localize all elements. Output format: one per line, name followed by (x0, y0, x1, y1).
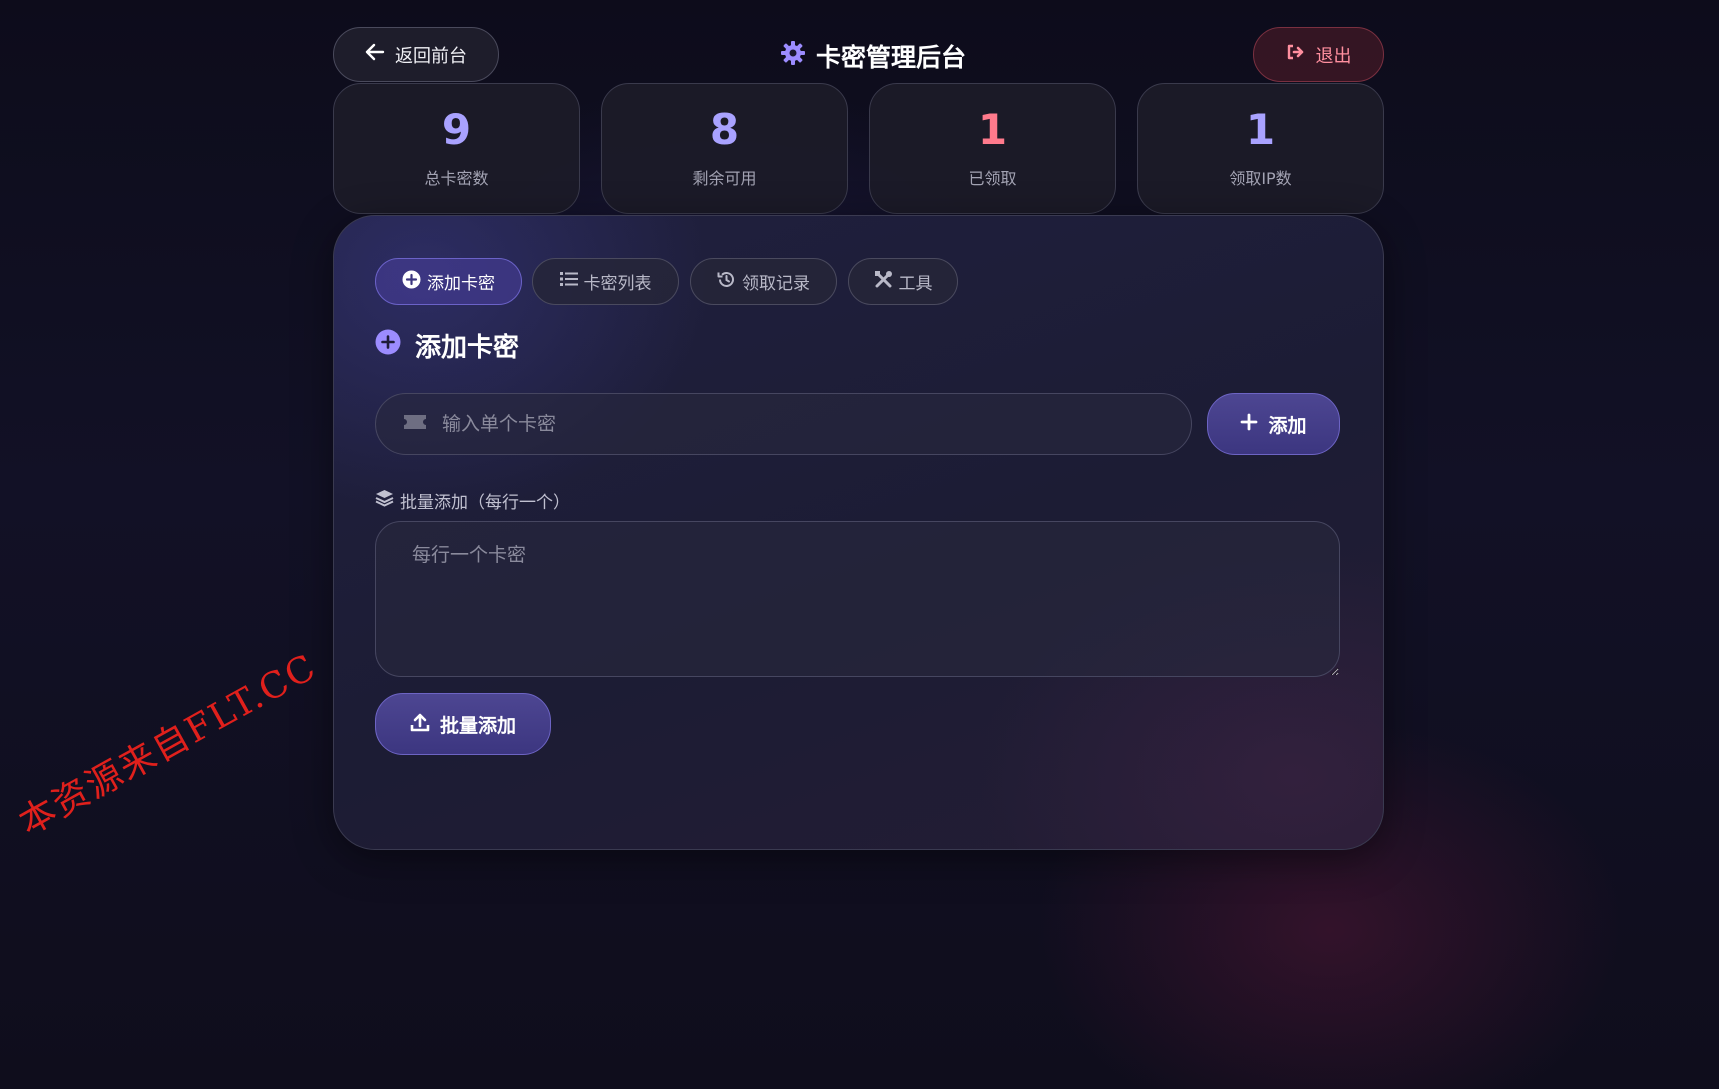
batch-add-label: 批量添加（每行一个） (375, 487, 570, 513)
plus-icon (1240, 413, 1258, 436)
add-button-label: 添加 (1268, 414, 1307, 437)
layers-icon (375, 489, 394, 512)
tab-label: 卡密列表 (583, 274, 652, 294)
ticket-icon (402, 413, 428, 435)
tab-label: 领取记录 (742, 274, 810, 294)
batch-label-text: 批量添加（每行一个） (400, 492, 570, 513)
tab-claim-records[interactable]: 领取记录 (690, 258, 837, 305)
tools-icon (874, 270, 893, 294)
batch-cards-textarea[interactable] (375, 521, 1340, 677)
stat-label: 已领取 (968, 168, 1017, 188)
batch-add-button[interactable]: 批量添加 (375, 693, 551, 755)
arrow-left-icon (365, 43, 385, 66)
logout-button[interactable]: 退出 (1253, 27, 1384, 82)
logout-label: 退出 (1315, 45, 1352, 67)
tab-label: 工具 (898, 274, 933, 294)
section-title: 添加卡密 (375, 325, 519, 365)
tab-card-list[interactable]: 卡密列表 (532, 258, 679, 305)
plus-circle-icon (375, 329, 401, 362)
upload-icon (410, 712, 430, 737)
single-card-input-wrapper (375, 393, 1192, 455)
plus-circle-icon (402, 270, 421, 294)
back-to-frontend-button[interactable]: 返回前台 (333, 27, 499, 82)
tab-tools[interactable]: 工具 (848, 258, 958, 305)
history-icon (717, 270, 736, 294)
page-title-text: 卡密管理后台 (816, 43, 967, 72)
stat-value: 1 (1245, 104, 1276, 154)
stat-card-total: 9 总卡密数 (333, 83, 580, 214)
tab-label: 添加卡密 (427, 274, 495, 294)
stat-value: 8 (709, 104, 740, 154)
stat-label: 领取IP数 (1229, 168, 1292, 188)
list-icon (559, 271, 578, 292)
back-button-label: 返回前台 (395, 45, 467, 67)
tab-add-card[interactable]: 添加卡密 (375, 258, 522, 305)
stat-card-remaining: 8 剩余可用 (601, 83, 848, 214)
page-title: 卡密管理后台 (780, 36, 966, 76)
stat-label: 剩余可用 (692, 168, 757, 188)
watermark-text: 本资源来自FLT.CC (12, 646, 324, 844)
logout-icon (1286, 43, 1306, 66)
stat-value: 9 (441, 104, 472, 154)
single-card-input[interactable] (442, 394, 1191, 454)
gear-icon (780, 40, 806, 72)
section-title-text: 添加卡密 (415, 332, 520, 363)
add-card-button[interactable]: 添加 (1207, 393, 1340, 455)
stat-value: 1 (977, 104, 1008, 154)
stat-label: 总卡密数 (424, 168, 489, 188)
batch-button-label: 批量添加 (439, 714, 516, 737)
stat-card-claim-ip: 1 领取IP数 (1137, 83, 1384, 214)
stat-card-claimed: 1 已领取 (869, 83, 1116, 214)
